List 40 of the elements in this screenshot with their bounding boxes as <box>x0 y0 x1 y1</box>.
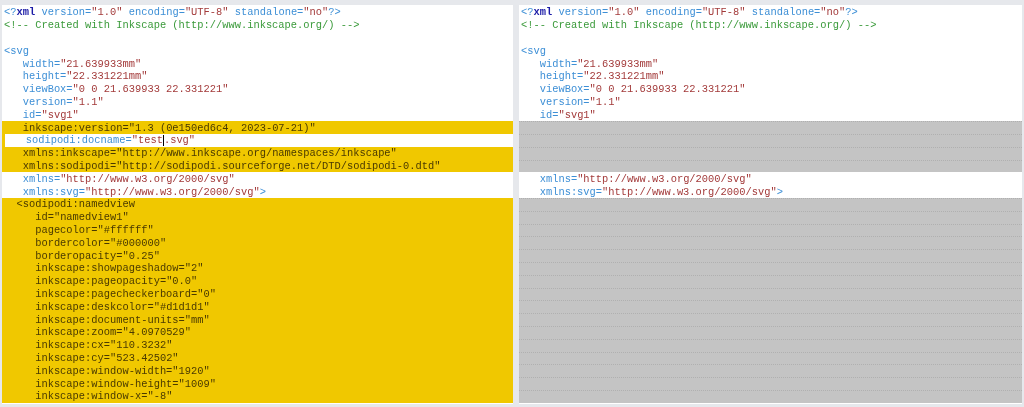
code-line: inkscape:showpageshadow="2" <box>34 262 204 275</box>
code-line: xmlns:svg="http://www.w3.org/2000/svg"> <box>21 185 266 198</box>
code-line: xmlns:inkscape="http://www.inkscape.org/namespaces/inkscape" <box>21 147 397 160</box>
code-line: <?xml version="1.0" encoding="UTF-8" standalone="no"?> <box>521 6 858 19</box>
code-line: xmlns="http://www.w3.org/2000/svg" <box>21 172 235 185</box>
code-line: id="svg1" <box>21 108 79 121</box>
code-line: inkscape:window-width="1920" <box>34 364 210 377</box>
code-line: id="namedview1" <box>34 211 129 224</box>
code-line: viewBox="0 0 21.639933 22.331221" <box>21 83 229 96</box>
code-line: id="svg1" <box>538 108 596 121</box>
code-line: inkscape:pagecheckerboard="0" <box>34 287 217 300</box>
code-line: inkscape:deskcolor="#d1d1d1" <box>34 300 210 313</box>
code-line: <!-- Created with Inkscape (http://www.inkscape.org/) --> <box>4 19 360 32</box>
code-line: inkscape:zoom="4.0970529" <box>34 326 192 339</box>
code-line: inkscape:version="1.3 (0e150ed6c4, 2023-07-21)" <box>21 121 316 134</box>
code-line: width="21.639933mm" <box>21 57 142 70</box>
code-line: inkscape:cx="110.3232" <box>34 339 173 352</box>
code-line: inkscape:document-units="mm" <box>34 313 210 326</box>
code-line: height="22.331221mm" <box>538 70 665 83</box>
code-line: <svg <box>521 44 546 57</box>
code-line: xmlns="http://www.w3.org/2000/svg" <box>538 172 752 185</box>
code-line: borderopacity="0.25" <box>34 249 160 262</box>
code-line: inkscape:cy="523.42502" <box>34 351 179 364</box>
code-line: bordercolor="#000000" <box>34 236 167 249</box>
code-line: <svg <box>4 44 29 57</box>
code-line: viewBox="0 0 21.639933 22.331221" <box>538 83 746 96</box>
code-line: inkscape:window-x="-8" <box>34 390 173 403</box>
code-line: <sodipodi:namedview <box>15 198 135 211</box>
code-line: pagecolor="#ffffff" <box>34 223 154 236</box>
code-line: <?xml version="1.0" encoding="UTF-8" standalone="no"?> <box>4 6 341 19</box>
code-line: version="1.1" <box>538 95 621 108</box>
code-line: sodipodi:docname="test.svg" <box>24 134 196 147</box>
code-line: <!-- Created with Inkscape (http://www.inkscape.org/) --> <box>521 19 877 32</box>
code-line: version="1.1" <box>21 95 104 108</box>
code-line: height="22.331221mm" <box>21 70 148 83</box>
code-line: inkscape:pageopacity="0.0" <box>34 275 198 288</box>
code-line: xmlns:svg="http://www.w3.org/2000/svg"> <box>538 185 783 198</box>
code-line: width="21.639933mm" <box>538 57 659 70</box>
code-line: xmlns:sodipodi="http://sodipodi.sourceforge.net/DTD/sodipodi-0.dtd" <box>21 159 441 172</box>
code-line: inkscape:window-height="1009" <box>34 377 216 390</box>
